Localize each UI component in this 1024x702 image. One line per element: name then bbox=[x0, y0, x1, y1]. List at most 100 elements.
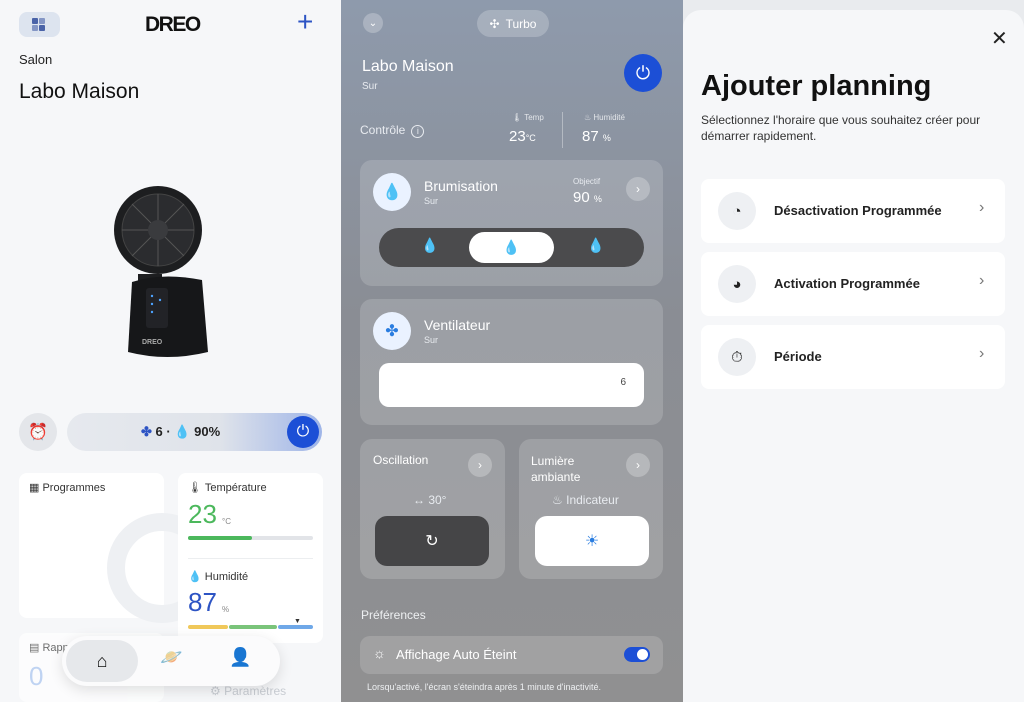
option-label: Désactivation Programmée bbox=[774, 203, 942, 218]
target-unit: % bbox=[593, 194, 602, 204]
auto-off-toggle[interactable] bbox=[624, 647, 650, 662]
nav-explore-button[interactable]: 🪐 bbox=[160, 647, 182, 668]
light-toggle-button[interactable]: ☀ bbox=[535, 516, 649, 566]
lumiere-mode-text: Indicateur bbox=[566, 493, 619, 507]
auto-off-label: Affichage Auto Éteint bbox=[396, 647, 517, 662]
parametres-label: Paramètres bbox=[224, 684, 287, 698]
humidity-marker: ▼ bbox=[294, 618, 301, 625]
add-device-button[interactable]: + bbox=[297, 6, 313, 38]
lumiere-card: Lumière ambiante › ♨ Indicateur ☀ bbox=[519, 439, 663, 579]
fan-speed-slider[interactable]: 6 bbox=[379, 363, 644, 407]
option-label: Activation Programmée bbox=[774, 276, 920, 291]
collapse-button[interactable]: ⌄ bbox=[363, 13, 383, 33]
sheet-title: Ajouter planning bbox=[701, 70, 932, 102]
lightbulb-icon: ☼ bbox=[373, 645, 386, 661]
chevron-right-icon: › bbox=[979, 199, 985, 216]
brumisation-card: 💧 Brumisation Sur Objectif 90 % › 💧 💧 💧 bbox=[360, 160, 663, 286]
room-label: Salon bbox=[19, 52, 53, 67]
close-button[interactable]: ✕ bbox=[991, 26, 1008, 51]
device-title: Labo Maison bbox=[19, 80, 140, 103]
water-drop-icon: 💧 bbox=[174, 424, 191, 439]
option-scheduled-off[interactable]: ◔ Désactivation Programmée › bbox=[701, 179, 1005, 243]
status-pill[interactable]: ✤ 6 · 💧 90% ⏻ bbox=[67, 413, 322, 451]
sunrise-icon: ☀ bbox=[584, 533, 600, 550]
add-schedule-sheet: ✕ Ajouter planning Sélectionnez l'horair… bbox=[683, 10, 1024, 702]
mist-high-option[interactable]: 💧 bbox=[587, 237, 604, 254]
mist-low-option[interactable]: 💧 bbox=[421, 237, 438, 254]
control-label: Contrôle bbox=[360, 123, 406, 137]
double-drop-icon: 💧 bbox=[502, 239, 521, 255]
timer-icon: ⏱ bbox=[718, 338, 756, 376]
nav-home-button[interactable]: ⌂ bbox=[66, 640, 138, 682]
rapport-value: 0 bbox=[29, 661, 44, 691]
temperature-label: Température bbox=[204, 482, 267, 494]
status-humidity: 90% bbox=[194, 424, 221, 439]
option-scheduled-on[interactable]: ◕ Activation Programmée › bbox=[701, 252, 1005, 316]
grid-icon-cell bbox=[39, 18, 45, 24]
climate-card[interactable]: 🌡 Température 23 °C 💧 Humidité 87 % ▼ bbox=[178, 473, 323, 643]
temperature-fill bbox=[188, 536, 252, 540]
auto-off-row: ☼ Affichage Auto Éteint bbox=[360, 636, 663, 674]
brumisation-state: Sur bbox=[424, 196, 439, 206]
grid-icon-cell bbox=[39, 25, 45, 31]
ventilateur-title: Ventilateur bbox=[424, 317, 491, 333]
info-icon[interactable]: i bbox=[411, 125, 425, 138]
lumiere-mode: ♨ Indicateur bbox=[552, 493, 619, 507]
humidity-label: Humidité bbox=[204, 571, 249, 583]
temp-label: 🌡 Temp bbox=[512, 113, 544, 122]
on-clock-icon: ◕ bbox=[718, 265, 756, 303]
humidity-scale-mid bbox=[229, 625, 277, 629]
power-icon: ⏻ bbox=[635, 62, 651, 83]
power-button[interactable]: ⏻ bbox=[287, 416, 319, 448]
temp-unit: °C bbox=[525, 133, 536, 143]
option-period[interactable]: ⏱ Période › bbox=[701, 325, 1005, 389]
chevron-right-icon: › bbox=[636, 458, 640, 472]
grid-icon-cell bbox=[32, 25, 38, 31]
temperature-unit: °C bbox=[222, 517, 231, 526]
programmes-card[interactable]: ▦ Programmes bbox=[19, 473, 217, 623]
user-icon: 👤 bbox=[229, 647, 252, 667]
ventilateur-state: Sur bbox=[424, 335, 439, 345]
brumisation-details-button[interactable]: › bbox=[626, 177, 650, 201]
brumisation-title: Brumisation bbox=[424, 178, 498, 194]
oscillation-details-button[interactable]: › bbox=[468, 453, 492, 477]
off-clock-icon: ◔ bbox=[718, 192, 756, 230]
fan-icon: ✤ bbox=[373, 312, 411, 350]
devices-menu-button[interactable] bbox=[19, 12, 60, 37]
bottom-navigation: ⌂ 🪐 👤 bbox=[62, 636, 280, 686]
lumiere-title: Lumière ambiante bbox=[531, 454, 581, 484]
oscillation-title: Oscillation bbox=[373, 453, 429, 467]
lamp-icon: ♨ bbox=[552, 493, 563, 507]
turbo-icon: ✣ bbox=[489, 16, 500, 31]
settings-gear-icon: ⚙ bbox=[210, 684, 221, 698]
oscillation-toggle-button[interactable]: ↻ bbox=[375, 516, 489, 566]
fan-icon: ✤ bbox=[141, 424, 152, 439]
auto-off-note: Lorsqu'activé, l'écran s'éteindra après … bbox=[367, 682, 601, 692]
home-icon: ⌂ bbox=[96, 650, 108, 671]
turbo-mode-button[interactable]: ✣ Turbo bbox=[477, 10, 549, 37]
device-home-panel: DREO + Salon Labo Maison DREO ⏰ ✤ 6 · 💧 … bbox=[0, 0, 341, 702]
temperature-value: 23 bbox=[188, 499, 217, 529]
rotate-icon: ↻ bbox=[425, 533, 439, 550]
chevron-right-icon: › bbox=[636, 182, 640, 196]
brand-logo: DREO bbox=[145, 13, 201, 36]
mist-medium-option[interactable]: 💧 bbox=[469, 232, 554, 263]
chevron-right-icon: › bbox=[478, 458, 482, 472]
report-icon: ▤ bbox=[29, 642, 40, 654]
nav-profile-button[interactable]: 👤 bbox=[229, 647, 251, 668]
temp-label-text: Temp bbox=[524, 113, 544, 122]
programmes-card-title: ▦ Programmes bbox=[29, 481, 105, 494]
grid-icon bbox=[32, 18, 38, 24]
humidity-drop-icon: 💧 bbox=[188, 571, 202, 583]
option-label: Période bbox=[774, 349, 822, 364]
turbo-label: Turbo bbox=[505, 16, 537, 31]
parametres-link[interactable]: ⚙ Paramètres bbox=[210, 684, 286, 698]
ventilateur-card: ✤ Ventilateur Sur 6 bbox=[360, 299, 663, 425]
toggle-knob bbox=[637, 649, 648, 660]
humidity-scale-low bbox=[188, 625, 228, 629]
alarm-clock-button[interactable]: ⏰ bbox=[19, 413, 57, 451]
schedule-panel: ✕ Ajouter planning Sélectionnez l'horair… bbox=[683, 0, 1024, 702]
status-fan-level: 6 · bbox=[155, 424, 171, 439]
power-button[interactable]: ⏻ bbox=[624, 54, 662, 92]
lumiere-details-button[interactable]: › bbox=[626, 453, 650, 477]
